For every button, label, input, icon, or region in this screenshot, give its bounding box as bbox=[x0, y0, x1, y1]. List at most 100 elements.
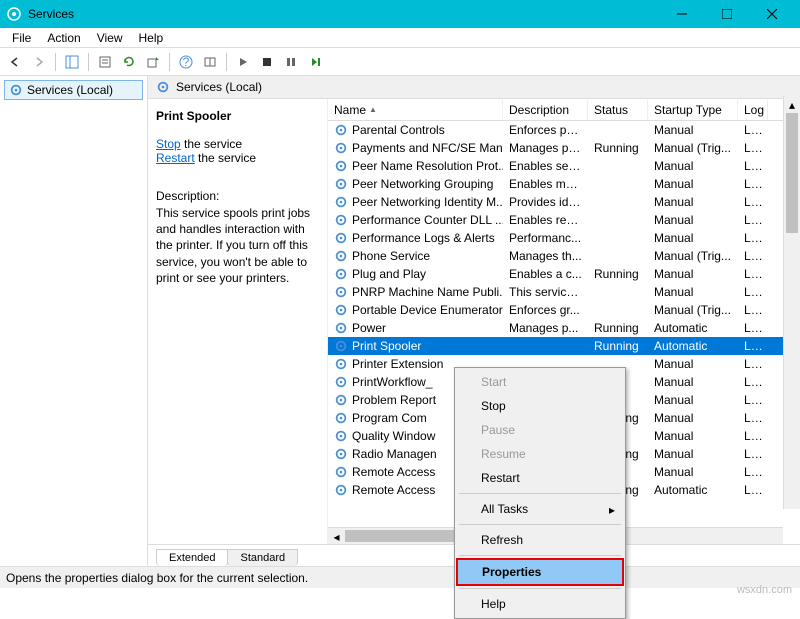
service-startup: Manual bbox=[648, 176, 738, 192]
service-row[interactable]: Peer Networking Identity M...Provides id… bbox=[328, 193, 800, 211]
service-logon: Loc bbox=[738, 464, 768, 480]
service-row[interactable]: Phone ServiceManages th...Manual (Trig..… bbox=[328, 247, 800, 265]
scroll-up-button[interactable]: ▴ bbox=[784, 96, 800, 113]
nav-services-local[interactable]: Services (Local) bbox=[4, 80, 143, 100]
vertical-scrollbar[interactable]: ▴ bbox=[783, 96, 800, 509]
service-logon: Loc bbox=[738, 428, 768, 444]
nav-label: Services (Local) bbox=[27, 83, 113, 97]
service-row[interactable]: Print SpoolerRunningAutomaticLoc bbox=[328, 337, 800, 355]
maximize-button[interactable] bbox=[704, 0, 749, 28]
restart-service-button[interactable] bbox=[304, 51, 326, 73]
service-row[interactable]: Peer Name Resolution Prot...Enables serv… bbox=[328, 157, 800, 175]
context-all-tasks[interactable]: All Tasks▸ bbox=[457, 497, 623, 521]
toolbar-separator bbox=[169, 53, 170, 71]
stop-service-button[interactable] bbox=[256, 51, 278, 73]
service-startup: Manual bbox=[648, 212, 738, 228]
toolbar: ? bbox=[0, 48, 800, 76]
service-startup: Manual bbox=[648, 374, 738, 390]
service-description: Manages th... bbox=[503, 248, 588, 264]
column-name[interactable]: Name ▲ bbox=[328, 100, 503, 120]
column-status[interactable]: Status bbox=[588, 100, 648, 120]
titlebar: Services bbox=[0, 0, 800, 28]
menu-action[interactable]: Action bbox=[39, 29, 88, 47]
service-logon: Loc bbox=[738, 176, 768, 192]
service-logon: Loc bbox=[738, 356, 768, 372]
service-logon: Loc bbox=[738, 374, 768, 390]
context-restart[interactable]: Restart bbox=[457, 466, 623, 490]
close-button[interactable] bbox=[749, 0, 794, 28]
context-refresh[interactable]: Refresh bbox=[457, 528, 623, 552]
service-startup: Manual bbox=[648, 230, 738, 246]
service-row[interactable]: Peer Networking Grouping Enables mul... Ma… bbox=[328, 175, 800, 193]
service-gear-icon bbox=[334, 447, 348, 461]
content-header-label: Services (Local) bbox=[176, 80, 262, 94]
restart-service-link[interactable]: Restart bbox=[156, 151, 195, 165]
column-logon[interactable]: Log bbox=[738, 100, 768, 120]
column-startup-type[interactable]: Startup Type bbox=[648, 100, 738, 120]
detail-title: Print Spooler bbox=[156, 109, 319, 123]
svg-text:?: ? bbox=[183, 55, 190, 69]
service-status bbox=[588, 219, 648, 221]
back-button[interactable] bbox=[4, 51, 26, 73]
menu-view[interactable]: View bbox=[89, 29, 131, 47]
tab-standard[interactable]: Standard bbox=[227, 549, 298, 566]
service-startup: Manual (Trig... bbox=[648, 140, 738, 156]
help-button[interactable]: ? bbox=[175, 51, 197, 73]
service-startup: Manual (Trig... bbox=[648, 302, 738, 318]
column-description[interactable]: Description bbox=[503, 100, 588, 120]
tab-extended[interactable]: Extended bbox=[156, 549, 228, 566]
service-logon: Loc bbox=[738, 212, 768, 228]
service-row[interactable]: Portable Device Enumerator...Enforces gr… bbox=[328, 301, 800, 319]
stop-suffix: the service bbox=[181, 137, 242, 151]
stop-service-link[interactable]: Stop bbox=[156, 137, 181, 151]
menu-help[interactable]: Help bbox=[131, 29, 172, 47]
service-row[interactable]: PNRP Machine Name Publi...This service .… bbox=[328, 283, 800, 301]
service-row[interactable]: PowerManages p...RunningAutomaticLoc bbox=[328, 319, 800, 337]
properties-button[interactable] bbox=[94, 51, 116, 73]
description-label: Description: bbox=[156, 189, 319, 203]
service-name: Peer Name Resolution Prot... bbox=[352, 159, 503, 173]
service-startup: Manual bbox=[648, 158, 738, 174]
context-properties[interactable]: Properties bbox=[456, 558, 624, 586]
service-logon: Loc bbox=[738, 410, 768, 426]
service-name: PNRP Machine Name Publi... bbox=[352, 285, 503, 299]
service-startup: Manual bbox=[648, 410, 738, 426]
context-resume: Resume bbox=[457, 442, 623, 466]
refresh-button[interactable] bbox=[118, 51, 140, 73]
service-name: Plug and Play bbox=[352, 267, 426, 281]
minimize-button[interactable] bbox=[659, 0, 704, 28]
services-icon bbox=[156, 80, 170, 94]
context-help[interactable]: Help bbox=[457, 592, 623, 616]
scroll-left-button[interactable]: ◂ bbox=[328, 528, 345, 544]
forward-button[interactable] bbox=[28, 51, 50, 73]
service-row[interactable]: Payments and NFC/SE Man...Manages pa...R… bbox=[328, 139, 800, 157]
service-logon: Loc bbox=[738, 194, 768, 210]
service-row[interactable]: Performance Logs & AlertsPerformanc...Ma… bbox=[328, 229, 800, 247]
toolbar-button[interactable] bbox=[199, 51, 221, 73]
services-app-icon bbox=[6, 6, 22, 22]
service-description: Enables mul... bbox=[503, 176, 588, 192]
service-row[interactable]: Parental ControlsEnforces pa...ManualLoc bbox=[328, 121, 800, 139]
service-name: Phone Service bbox=[352, 249, 430, 263]
scroll-thumb[interactable] bbox=[786, 113, 798, 233]
service-description: Provides ide... bbox=[503, 194, 588, 210]
start-service-button[interactable] bbox=[232, 51, 254, 73]
context-stop[interactable]: Stop bbox=[457, 394, 623, 418]
pause-service-button[interactable] bbox=[280, 51, 302, 73]
menu-file[interactable]: File bbox=[4, 29, 39, 47]
service-description: Performanc... bbox=[503, 230, 588, 246]
context-separator bbox=[459, 493, 621, 494]
service-startup: Manual bbox=[648, 284, 738, 300]
sort-ascending-icon: ▲ bbox=[369, 105, 377, 114]
service-description bbox=[503, 363, 588, 365]
service-startup: Automatic bbox=[648, 482, 738, 498]
export-button[interactable] bbox=[142, 51, 164, 73]
service-logon: Loc bbox=[738, 320, 768, 336]
service-row[interactable]: Performance Counter DLL ...Enables rem..… bbox=[328, 211, 800, 229]
service-gear-icon bbox=[334, 285, 348, 299]
show-hide-tree-button[interactable] bbox=[61, 51, 83, 73]
service-description: Enables serv... bbox=[503, 158, 588, 174]
service-name: Peer Networking Grouping bbox=[352, 177, 493, 191]
service-gear-icon bbox=[334, 213, 348, 227]
service-row[interactable]: Plug and PlayEnables a c...RunningManual… bbox=[328, 265, 800, 283]
